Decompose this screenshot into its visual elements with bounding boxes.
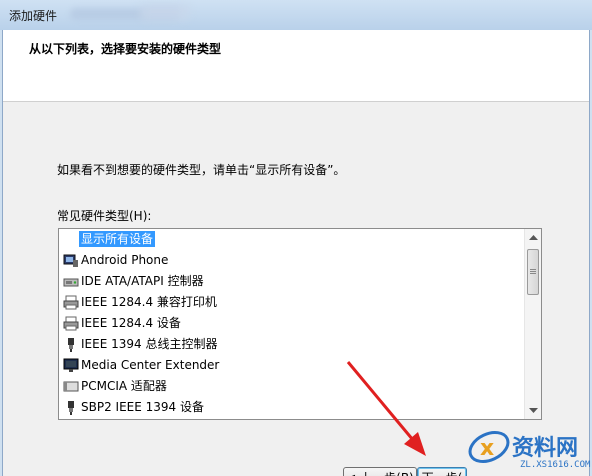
pcmcia-card-icon xyxy=(63,379,79,394)
add-hardware-wizard: 从以下列表，选择要安装的硬件类型 如果看不到想要的硬件类型，请单击“显示所有设备… xyxy=(2,30,590,476)
hardware-list-item-label: IDE ATA/ATAPI 控制器 xyxy=(81,274,204,288)
hardware-list-item[interactable]: IDE ATA/ATAPI 控制器 xyxy=(59,271,525,292)
hardware-list-item[interactable]: Android Phone xyxy=(59,250,525,271)
hardware-list-item[interactable]: PCMCIA 适配器 xyxy=(59,376,525,397)
hardware-list-label: 常见硬件类型(H): xyxy=(57,209,152,223)
instruction-text: 如果看不到想要的硬件类型，请单击“显示所有设备”。 xyxy=(57,163,346,177)
back-button[interactable]: < 上一步(B) xyxy=(343,467,417,476)
phone-device-icon xyxy=(63,253,79,268)
scroll-up-icon[interactable] xyxy=(525,229,541,246)
hardware-list-item-label: Android Phone xyxy=(81,253,169,267)
hardware-list-item[interactable]: IEEE 1284.4 设备 xyxy=(59,313,525,334)
hardware-list-item-label: PCMCIA 适配器 xyxy=(81,379,167,393)
title-blur-region-2 xyxy=(140,4,190,20)
window-title: 添加硬件 xyxy=(9,9,58,23)
wizard-header: 从以下列表，选择要安装的硬件类型 xyxy=(3,30,589,102)
hardware-type-listbox[interactable]: 显示所有设备 Android Phone IDE ATA/ATAPI 控制器 IEEE… xyxy=(58,228,542,420)
watermark-brand: 资料网 xyxy=(512,436,579,461)
hardware-list-item-label: IEEE 1394 总线主控制器 xyxy=(81,337,218,351)
hardware-list-item[interactable]: Media Center Extender xyxy=(59,355,525,376)
title-bar[interactable]: 添加硬件 xyxy=(0,0,592,30)
hardware-list-item[interactable]: SBP2 IEEE 1394 设备 xyxy=(59,397,525,418)
printer-icon xyxy=(63,295,79,310)
hardware-list-item[interactable]: IEEE 1394 总线主控制器 xyxy=(59,334,525,355)
hardware-list-item[interactable]: 显示所有设备 xyxy=(59,229,525,250)
hardware-list-item-label: IEEE 1284.4 设备 xyxy=(81,316,181,330)
plug-icon xyxy=(63,400,79,415)
header-title: 从以下列表，选择要安装的硬件类型 xyxy=(29,42,222,56)
hardware-list-items: 显示所有设备 Android Phone IDE ATA/ATAPI 控制器 IEEE… xyxy=(59,229,525,418)
thumb-grip-line xyxy=(530,271,536,272)
hardware-list-item-label: Media Center Extender xyxy=(81,358,220,372)
hardware-list-item-label: 显示所有设备 xyxy=(79,231,156,247)
scroll-down-icon[interactable] xyxy=(525,402,541,419)
hardware-list-item-label: SBP2 IEEE 1394 设备 xyxy=(81,400,204,414)
watermark-logo-icon: x xyxy=(468,430,510,464)
disk-controller-icon xyxy=(63,274,79,289)
scrollbar-thumb[interactable] xyxy=(527,249,539,295)
svg-text:x: x xyxy=(480,436,494,461)
plug-icon xyxy=(63,337,79,352)
site-watermark: x 资料网 ZL.XS1616.COM xyxy=(466,420,592,476)
next-button[interactable]: 下一步( xyxy=(417,467,467,476)
thumb-grip-line xyxy=(530,273,536,274)
watermark-url: ZL.XS1616.COM xyxy=(520,460,591,470)
vertical-scrollbar[interactable] xyxy=(524,229,541,419)
thumb-grip-line xyxy=(530,269,536,270)
hardware-list-item[interactable]: IEEE 1284.4 兼容打印机 xyxy=(59,292,525,313)
printer-icon xyxy=(63,316,79,331)
hardware-list-item-label: IEEE 1284.4 兼容打印机 xyxy=(81,295,217,309)
monitor-icon xyxy=(63,358,79,373)
